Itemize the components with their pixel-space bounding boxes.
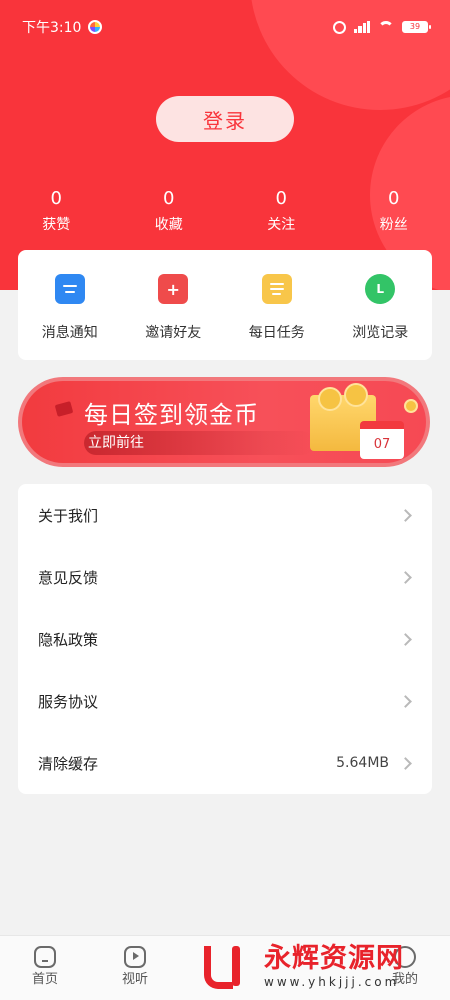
site-watermark: 永辉资源网 www.yhkjjj.com xyxy=(200,940,440,992)
menu-item-about[interactable]: 关于我们 xyxy=(18,484,432,546)
chevron-right-icon xyxy=(399,694,412,708)
menu-item-label: 隐私政策 xyxy=(38,630,99,649)
chevron-right-icon xyxy=(399,756,412,770)
status-time: 下午3:10 xyxy=(22,20,82,36)
history-icon: L xyxy=(365,274,396,304)
stat-label: 关注 xyxy=(267,217,296,233)
coin-icon xyxy=(404,399,418,413)
red-envelope-icon xyxy=(54,401,74,417)
stat-value: 0 xyxy=(275,188,287,209)
nav-video[interactable]: 视听 xyxy=(90,936,180,1000)
stat-likes[interactable]: 0 获赞 xyxy=(0,186,113,236)
home-icon xyxy=(34,946,56,968)
menu-item-label: 清除缓存 xyxy=(38,754,99,773)
stat-label: 粉丝 xyxy=(379,217,408,233)
wifi-icon xyxy=(378,21,394,33)
menu-item-terms[interactable]: 服务协议 xyxy=(18,670,432,732)
banner-go-button[interactable]: 立即前往 xyxy=(84,431,314,455)
stat-following[interactable]: 0 关注 xyxy=(225,186,338,236)
cache-size: 5.64MB xyxy=(336,755,389,771)
stat-favorites[interactable]: 0 收藏 xyxy=(113,186,226,236)
quick-item-history[interactable]: L 浏览记录 xyxy=(329,250,433,360)
watermark-url: www.yhkjjj.com xyxy=(264,975,400,989)
menu-item-label: 关于我们 xyxy=(38,506,99,525)
alarm-icon xyxy=(333,20,346,34)
quick-item-messages[interactable]: 消息通知 xyxy=(18,250,122,360)
menu-item-feedback[interactable]: 意见反馈 xyxy=(18,546,432,608)
chevron-right-icon xyxy=(399,508,412,522)
menu-item-clear-cache[interactable]: 清除缓存 5.64MB xyxy=(18,732,432,794)
menu-item-label: 服务协议 xyxy=(38,692,99,711)
signal-icon xyxy=(354,21,370,33)
nav-home[interactable]: 首页 xyxy=(0,936,90,1000)
calendar-icon: 07 xyxy=(360,421,404,459)
banner-title: 每日签到领金币 xyxy=(84,401,259,429)
stat-label: 收藏 xyxy=(154,217,183,233)
quick-item-label: 浏览记录 xyxy=(352,325,409,341)
nav-label: 视听 xyxy=(121,972,148,987)
chevron-right-icon xyxy=(399,632,412,646)
quick-item-label: 邀请好友 xyxy=(145,325,202,341)
profile-header: 下午3:10 39 登录 0 获赞 0 收藏 0 关注 0 粉丝 xyxy=(0,0,450,290)
menu-item-label: 意见反馈 xyxy=(38,568,99,587)
stat-label: 获赞 xyxy=(42,217,71,233)
quick-item-invite[interactable]: + 邀请好友 xyxy=(122,250,226,360)
stat-value: 0 xyxy=(163,188,175,209)
quick-item-label: 消息通知 xyxy=(41,325,98,341)
stat-followers[interactable]: 0 粉丝 xyxy=(338,186,450,236)
invite-icon: + xyxy=(158,274,189,304)
coin-icon xyxy=(318,387,342,411)
task-icon xyxy=(261,274,292,304)
message-icon xyxy=(54,274,85,304)
login-button[interactable]: 登录 xyxy=(156,96,294,142)
daily-checkin-banner[interactable]: 每日签到领金币 立即前往 07 xyxy=(18,377,430,467)
watermark-logo-icon xyxy=(200,942,264,990)
watermark-title: 永辉资源网 xyxy=(264,943,404,974)
battery-icon: 39 xyxy=(402,21,431,33)
settings-menu: 关于我们 意见反馈 隐私政策 服务协议 清除缓存 5.64MB xyxy=(18,484,432,794)
coin-icon xyxy=(344,383,368,407)
chevron-right-icon xyxy=(399,570,412,584)
stat-value: 0 xyxy=(50,188,62,209)
quick-item-label: 每日任务 xyxy=(248,325,305,341)
quick-actions-card: 消息通知 + 邀请好友 每日任务 L 浏览记录 xyxy=(18,250,432,360)
app-notification-icon xyxy=(88,20,103,34)
nav-label: 首页 xyxy=(31,972,58,987)
play-icon xyxy=(124,946,146,968)
status-bar: 下午3:10 39 xyxy=(22,10,431,44)
stats-row: 0 获赞 0 收藏 0 关注 0 粉丝 xyxy=(0,186,450,236)
menu-item-privacy[interactable]: 隐私政策 xyxy=(18,608,432,670)
stat-value: 0 xyxy=(388,188,400,209)
quick-item-tasks[interactable]: 每日任务 xyxy=(225,250,329,360)
